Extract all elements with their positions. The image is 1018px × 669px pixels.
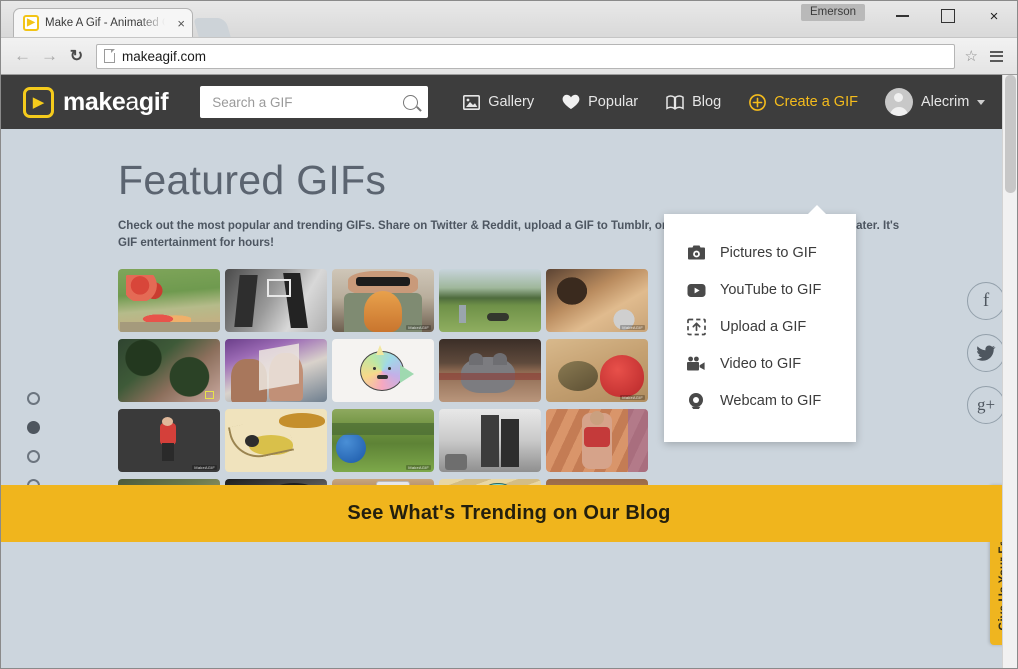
image-icon bbox=[463, 94, 481, 110]
nav-label: Create a GIF bbox=[774, 94, 858, 110]
browser-toolbar: ← → ↻ makeagif.com ☆ bbox=[1, 37, 1017, 75]
carousel-pager bbox=[27, 392, 40, 492]
watermark: MakeAGIF bbox=[620, 395, 645, 401]
youtube-icon bbox=[686, 283, 706, 298]
gif-thumbnail[interactable] bbox=[439, 339, 541, 403]
facebook-icon[interactable]: f bbox=[967, 282, 1005, 320]
gif-thumbnail[interactable] bbox=[332, 339, 434, 403]
video-camera-icon bbox=[686, 356, 706, 372]
dropdown-item-webcam-to-gif[interactable]: Webcam to GIF bbox=[664, 382, 856, 420]
forward-icon[interactable]: → bbox=[36, 43, 63, 69]
watermark: MakeAGIF bbox=[620, 325, 645, 331]
create-a-gif-dropdown: Pictures to GIF YouTube to GIF Upload a … bbox=[664, 205, 856, 442]
tab-title: Make A Gif - Animated Gif bbox=[45, 17, 165, 29]
close-icon[interactable]: × bbox=[169, 17, 185, 30]
window-controls: × bbox=[879, 1, 1017, 31]
gif-thumbnail[interactable] bbox=[118, 269, 220, 333]
window-user-label[interactable]: Emerson bbox=[800, 4, 865, 21]
reload-icon[interactable]: ↻ bbox=[63, 43, 90, 69]
watermark: MakeAGIF bbox=[192, 465, 217, 471]
nav-item-popular[interactable]: Popular bbox=[549, 86, 651, 118]
gif-thumbnail[interactable]: MakeAGIF bbox=[546, 269, 648, 333]
new-tab-button[interactable] bbox=[193, 18, 231, 37]
dropdown-item-label: YouTube to GIF bbox=[720, 282, 822, 298]
window-close-icon[interactable]: × bbox=[971, 1, 1017, 31]
browser-tab[interactable]: ▶ Make A Gif - Animated Gif × bbox=[13, 8, 193, 37]
scrollbar-thumb[interactable] bbox=[1005, 75, 1016, 193]
plus-circle-icon bbox=[749, 93, 767, 111]
nav-item-gallery[interactable]: Gallery bbox=[450, 86, 547, 118]
search-input[interactable] bbox=[212, 94, 404, 110]
dropdown-item-label: Video to GIF bbox=[720, 356, 802, 372]
logo-text: makeagif bbox=[63, 87, 169, 116]
dropdown-item-youtube-to-gif[interactable]: YouTube to GIF bbox=[664, 272, 856, 308]
dropdown-item-video-to-gif[interactable]: Video to GIF bbox=[664, 346, 856, 382]
user-menu[interactable]: Alecrim bbox=[884, 88, 999, 116]
gif-thumbnail[interactable] bbox=[225, 409, 327, 473]
nav-label: Popular bbox=[588, 94, 639, 110]
site-header: ▶ makeagif Gallery Popular bbox=[1, 75, 1017, 129]
dropdown-item-upload-a-gif[interactable]: Upload a GIF bbox=[664, 308, 856, 346]
dropdown-item-label: Upload a GIF bbox=[720, 319, 807, 335]
gif-thumbnail[interactable]: MakeAGIF bbox=[546, 339, 648, 403]
dropdown-item-label: Pictures to GIF bbox=[720, 245, 817, 261]
gif-thumbnail[interactable] bbox=[225, 339, 327, 403]
upload-icon bbox=[686, 318, 706, 336]
pager-dot[interactable] bbox=[27, 450, 40, 463]
book-icon bbox=[666, 94, 684, 110]
gif-thumbnail[interactable]: MakeAGIF bbox=[118, 409, 220, 473]
social-share-rail: f g+ bbox=[967, 282, 1005, 424]
hamburger-icon[interactable] bbox=[984, 50, 1009, 62]
search-icon[interactable] bbox=[403, 94, 419, 110]
address-bar[interactable]: makeagif.com bbox=[96, 43, 955, 69]
nav-label: Blog bbox=[692, 94, 722, 110]
search-box[interactable] bbox=[200, 86, 429, 118]
dropdown-item-pictures-to-gif[interactable]: Pictures to GIF bbox=[664, 234, 856, 272]
nav-item-create-a-gif[interactable]: Create a GIF bbox=[736, 86, 871, 119]
logo-play-icon: ▶ bbox=[23, 86, 54, 118]
gif-thumbnail[interactable] bbox=[118, 339, 220, 403]
gif-thumbnail[interactable] bbox=[546, 409, 648, 473]
chevron-down-icon bbox=[977, 99, 986, 105]
gif-thumbnail[interactable] bbox=[439, 409, 541, 473]
page-info-icon bbox=[104, 49, 115, 63]
page-viewport: ▶ makeagif Gallery Popular bbox=[1, 75, 1017, 668]
page-title: Featured GIFs bbox=[118, 157, 387, 203]
pager-dot-active[interactable] bbox=[27, 421, 40, 434]
browser-titlebar: ▶ Make A Gif - Animated Gif × Emerson × bbox=[1, 1, 1017, 37]
pictures-icon bbox=[686, 244, 706, 262]
twitter-icon[interactable] bbox=[967, 334, 1005, 372]
watermark: MakeAGIF bbox=[406, 325, 431, 331]
minimize-icon[interactable] bbox=[879, 1, 925, 31]
watermark: MakeAGIF bbox=[406, 465, 431, 471]
webcam-icon bbox=[686, 392, 706, 410]
page-scrollbar[interactable] bbox=[1002, 75, 1017, 668]
gif-thumbnail[interactable]: MakeAGIF bbox=[332, 269, 434, 333]
nav-label: Gallery bbox=[488, 94, 535, 110]
gif-thumbnail[interactable] bbox=[439, 269, 541, 333]
gif-thumbnail[interactable] bbox=[225, 269, 327, 333]
maximize-icon[interactable] bbox=[925, 1, 971, 31]
nav-item-blog[interactable]: Blog bbox=[653, 86, 734, 118]
site-nav: Gallery Popular Blog Create a GIF bbox=[450, 86, 871, 119]
bookmark-star-icon[interactable]: ☆ bbox=[959, 47, 984, 65]
user-name: Alecrim bbox=[920, 94, 970, 110]
browser-window: ▶ Make A Gif - Animated Gif × Emerson × … bbox=[0, 0, 1018, 669]
site-logo[interactable]: ▶ makeagif bbox=[23, 86, 169, 118]
pager-dot[interactable] bbox=[27, 392, 40, 405]
play-icon: ▶ bbox=[23, 15, 39, 31]
back-icon[interactable]: ← bbox=[9, 43, 36, 69]
heart-icon bbox=[562, 94, 580, 110]
blog-banner[interactable]: See What's Trending on Our Blog bbox=[1, 485, 1017, 543]
url-text: makeagif.com bbox=[122, 48, 207, 64]
page-content: Featured GIFs Check out the most popular… bbox=[1, 157, 1017, 645]
avatar bbox=[884, 88, 913, 116]
gif-thumbnail[interactable]: MakeAGIF bbox=[332, 409, 434, 473]
dropdown-item-label: Webcam to GIF bbox=[720, 393, 822, 409]
googleplus-icon[interactable]: g+ bbox=[967, 386, 1005, 424]
banner-label: See What's Trending on Our Blog bbox=[347, 502, 671, 525]
